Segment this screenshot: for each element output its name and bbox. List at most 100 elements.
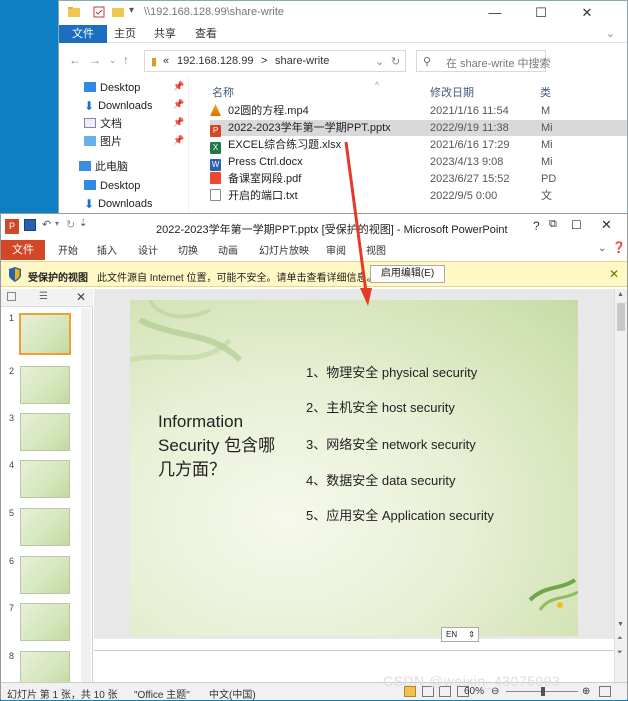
file-row-selected[interactable]: P 2022-2023学年第一学期PPT.pptx 2022/9/19 11:3… (210, 120, 627, 137)
address-bar[interactable]: ▮ « 192.168.128.99 > share-write ⌄ ↻ (144, 50, 406, 72)
slide-thumbnail-5[interactable] (20, 508, 70, 546)
save-icon[interactable] (24, 219, 36, 231)
file-row[interactable]: X EXCEL综合练习题.xlsx 2021/6/16 17:29 Mi (210, 137, 627, 154)
minimize-button[interactable]: — (472, 1, 518, 25)
slide-bullet-4[interactable]: 4、数据安全 data security (306, 470, 456, 489)
tab-share[interactable]: 共享 (145, 25, 185, 43)
tab-home[interactable]: 开始 (58, 242, 78, 257)
file-date: 2023/6/27 15:52 (430, 173, 510, 185)
column-name[interactable]: 名称 (212, 84, 234, 100)
scroll-thumb[interactable] (617, 303, 625, 331)
nav-item-documents[interactable]: 文档 (84, 115, 122, 133)
file-row[interactable]: 备课室网段.pdf 2023/6/27 15:52 PD (210, 171, 627, 187)
close-button[interactable]: ✕ (601, 217, 612, 233)
properties-icon[interactable] (92, 5, 106, 19)
slide-thumbnail-3[interactable] (20, 413, 70, 451)
help-icon[interactable]: ? (533, 219, 540, 233)
expand-ribbon-icon[interactable]: ⌄ (606, 27, 615, 40)
refresh-icon[interactable]: ↻ (391, 55, 400, 68)
tab-home[interactable]: 主页 (105, 25, 145, 43)
ribbon-display-icon[interactable]: ⧉ (549, 218, 557, 231)
tab-animations[interactable]: 动画 (218, 242, 238, 257)
breadcrumb-host[interactable]: 192.168.128.99 (177, 55, 253, 67)
close-pane-icon[interactable]: ✕ (76, 290, 86, 304)
pin-icon[interactable]: 📌 (173, 117, 184, 128)
fit-to-window-icon[interactable] (599, 686, 611, 697)
enable-editing-button[interactable]: 启用编辑(E) (370, 265, 445, 283)
nav-item-desktop-2[interactable]: Desktop (84, 177, 140, 195)
tab-slideshow[interactable]: 幻灯片放映 (259, 242, 309, 257)
slide-title[interactable]: Information Security 包含哪几方面？ (158, 410, 278, 482)
slide-bullet-5[interactable]: 5、应用安全 Application security (306, 505, 494, 524)
customize-toolbar-icon[interactable]: ⇣ (79, 218, 87, 229)
slide-thumbnail-6[interactable] (20, 556, 70, 594)
thumbnail-scrollbar[interactable] (81, 308, 91, 682)
redo-icon[interactable]: ↻ (66, 218, 75, 231)
file-row[interactable]: W Press Ctrl.docx 2023/4/13 9:08 Mi (210, 154, 627, 171)
help-circle-icon[interactable]: ❓ (612, 241, 626, 254)
breadcrumb-folder[interactable]: share-write (275, 55, 329, 67)
search-input[interactable]: 在 share-write 中搜索 (446, 55, 551, 71)
previous-slide-icon[interactable]: ⏶ (617, 635, 623, 643)
slide-thumbnail-4[interactable] (20, 460, 70, 498)
slide-thumbnail-7[interactable] (20, 603, 70, 641)
powerpoint-app-icon[interactable]: P (5, 219, 19, 234)
breadcrumb-overflow[interactable]: « (163, 55, 169, 67)
address-dropdown-icon[interactable]: ⌄ (375, 55, 384, 68)
new-folder-icon[interactable] (111, 5, 125, 19)
protected-view-message[interactable]: 此文件源自 Internet 位置，可能不安全。请单击查看详细信息。 (97, 269, 376, 284)
forward-arrow-icon[interactable]: → (89, 53, 101, 67)
vertical-scrollbar[interactable]: ▲ ▼ ⏶ ⏷ (614, 289, 627, 682)
zoom-in-icon[interactable]: ⊕ (582, 686, 590, 697)
column-type[interactable]: 类 (540, 84, 551, 100)
up-arrow-icon[interactable]: ↑ (123, 53, 129, 67)
tab-view[interactable]: 查看 (186, 25, 226, 43)
pin-icon[interactable]: 📌 (173, 81, 184, 92)
nav-label: Desktop (100, 180, 141, 192)
slide-thumbnail-2[interactable] (20, 366, 70, 404)
undo-dropdown-icon[interactable]: ▾ (55, 219, 59, 228)
file-type: PD (541, 173, 557, 185)
tab-transitions[interactable]: 切换 (178, 242, 198, 257)
scroll-down-icon[interactable]: ▼ (617, 621, 624, 628)
pin-icon[interactable]: 📌 (173, 135, 184, 146)
close-icon[interactable]: ✕ (609, 267, 619, 281)
nav-item-pictures[interactable]: 图片 (84, 133, 122, 151)
column-date[interactable]: 修改日期 (430, 84, 474, 100)
tab-design[interactable]: 设计 (138, 242, 158, 257)
slide-bullet-1[interactable]: 1、物理安全 physical security (306, 362, 477, 381)
nav-item-downloads[interactable]: ⬇ Downloads (84, 97, 152, 115)
slides-view-icon[interactable] (7, 292, 16, 301)
undo-icon[interactable]: ↶ (42, 218, 51, 231)
maximize-button[interactable]: ☐ (571, 218, 582, 232)
computer-icon (79, 161, 91, 171)
current-slide[interactable]: Information Security 包含哪几方面？ 1、物理安全 phys… (130, 300, 578, 636)
back-arrow-icon[interactable]: ← (69, 53, 81, 67)
tab-file[interactable]: 文件 (1, 240, 45, 260)
outline-view-icon[interactable]: ☰ (39, 291, 48, 302)
recent-dropdown-icon[interactable]: ⌄ (109, 55, 117, 66)
nav-item-desktop[interactable]: Desktop (84, 79, 140, 97)
tab-review[interactable]: 审阅 (326, 242, 346, 257)
slide-thumbnail-1[interactable] (19, 313, 71, 355)
pin-icon[interactable]: 📌 (173, 99, 184, 110)
slide-bullet-2[interactable]: 2、主机安全 host security (306, 397, 455, 416)
tab-insert[interactable]: 插入 (97, 242, 117, 257)
close-button[interactable]: ✕ (564, 1, 610, 25)
file-row[interactable]: 02圆的方程.mp4 2021/1/16 11:54 M (210, 103, 627, 119)
explorer-titlebar: ▾ \\192.168.128.99\share-write — ☐ ✕ (59, 1, 627, 25)
tab-view[interactable]: 视图 (366, 242, 386, 257)
search-box[interactable]: ⚲ 在 share-write 中搜索 (416, 50, 551, 72)
quick-access-dropdown-icon[interactable]: ▾ (129, 5, 134, 16)
nav-item-this-pc[interactable]: 此电脑 (79, 158, 128, 176)
maximize-button[interactable]: ☐ (518, 1, 564, 25)
collapse-ribbon-icon[interactable]: ⌄ (598, 243, 606, 254)
scroll-up-icon[interactable]: ▲ (617, 291, 624, 298)
slide-bullet-3[interactable]: 3、网络安全 network security (306, 434, 476, 453)
next-slide-icon[interactable]: ⏷ (617, 649, 623, 657)
file-row[interactable]: 开启的端口.txt 2022/9/5 0:00 文 (210, 188, 627, 204)
nav-item-downloads-2[interactable]: ⬇ Downloads (84, 195, 152, 213)
tab-file[interactable]: 文件 (59, 25, 107, 43)
file-name: 备课室网段.pdf (228, 173, 302, 185)
language-indicator[interactable]: EN ⇕ (441, 627, 479, 642)
